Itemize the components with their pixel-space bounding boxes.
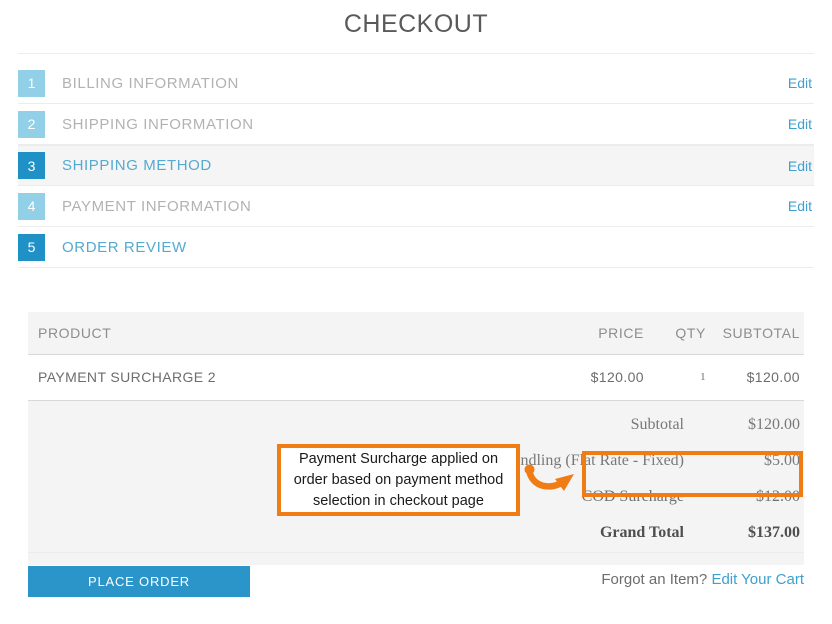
step-number-badge: 4 [18, 192, 45, 220]
edit-link-shipping-information[interactable]: Edit [788, 116, 812, 132]
order-items-table-head: PRODUCT PRICE QTY SUBTOTAL [28, 312, 804, 355]
step-label: BILLING INFORMATION [62, 74, 239, 92]
step-label: PAYMENT INFORMATION [62, 197, 252, 215]
totals-row-grand-total: Grand Total $137.00 [28, 515, 804, 551]
step-label: ORDER REVIEW [62, 238, 187, 256]
checkout-footer: PLACE ORDER Forgot an Item? Edit Your Ca… [28, 566, 804, 597]
annotation-callout: Payment Surcharge applied on order based… [277, 444, 520, 516]
totals-label-subtotal: Subtotal [630, 416, 684, 433]
column-header-price: PRICE [552, 312, 644, 355]
column-header-product: PRODUCT [28, 312, 552, 355]
checkout-step-shipping-information[interactable]: 2 SHIPPING INFORMATION Edit [18, 104, 814, 145]
edit-link-shipping-method[interactable]: Edit [788, 158, 812, 174]
title-divider [18, 53, 814, 54]
checkout-step-billing-information[interactable]: 1 BILLING INFORMATION Edit [18, 63, 814, 104]
step-number-badge: 5 [18, 233, 45, 261]
cell-product-name: PAYMENT SURCHARGE 2 [28, 354, 552, 401]
table-row: PAYMENT SURCHARGE 2 $120.00 1 $120.00 [28, 354, 804, 401]
checkout-steps: 1 BILLING INFORMATION Edit 2 SHIPPING IN… [18, 63, 814, 268]
checkout-step-order-review[interactable]: 5 ORDER REVIEW [18, 227, 814, 268]
step-label: SHIPPING INFORMATION [62, 115, 254, 133]
checkout-step-shipping-method[interactable]: 3 SHIPPING METHOD Edit [18, 145, 814, 186]
page-title: CHECKOUT [343, 10, 489, 38]
edit-link-payment-information[interactable]: Edit [788, 198, 812, 214]
checkout-step-payment-information[interactable]: 4 PAYMENT INFORMATION Edit [18, 186, 814, 227]
cell-qty: 1 [644, 354, 706, 401]
step-label: SHIPPING METHOD [62, 157, 212, 174]
column-header-qty: QTY [644, 312, 706, 355]
order-items-table-body: PAYMENT SURCHARGE 2 $120.00 1 $120.00 [28, 354, 804, 401]
step-number-badge: 1 [18, 69, 45, 97]
totals-value-grand-total: $137.00 [748, 524, 800, 541]
order-items-table: PRODUCT PRICE QTY SUBTOTAL PAYMENT SURCH… [28, 312, 804, 401]
totals-value-subtotal: $120.00 [748, 416, 800, 433]
totals-label-grand-total: Grand Total [599, 524, 684, 541]
totals-value-cod-surcharge: $12.00 [756, 488, 800, 505]
column-header-subtotal: SUBTOTAL [706, 312, 804, 355]
step-number-badge: 3 [18, 152, 45, 179]
totals-row-subtotal: Subtotal $120.00 [28, 407, 804, 443]
order-review-section: PRODUCT PRICE QTY SUBTOTAL PAYMENT SURCH… [28, 312, 804, 565]
table-header-row: PRODUCT PRICE QTY SUBTOTAL [28, 312, 804, 355]
footer-divider [28, 552, 804, 553]
annotation-arrow-icon [524, 464, 574, 491]
cell-price: $120.00 [552, 354, 644, 401]
forgot-item-text: Forgot an Item? Edit Your Cart [601, 566, 804, 588]
step-number-badge: 2 [18, 110, 45, 138]
cell-subtotal: $120.00 [706, 354, 804, 401]
edit-link-billing-information[interactable]: Edit [788, 75, 812, 91]
edit-your-cart-link[interactable]: Edit Your Cart [711, 571, 804, 588]
annotation-callout-text: Payment Surcharge applied on order based… [293, 450, 504, 509]
forgot-item-label: Forgot an Item? [601, 571, 708, 588]
totals-value-shipping-handling: $5.00 [764, 452, 800, 469]
place-order-button[interactable]: PLACE ORDER [28, 566, 250, 597]
